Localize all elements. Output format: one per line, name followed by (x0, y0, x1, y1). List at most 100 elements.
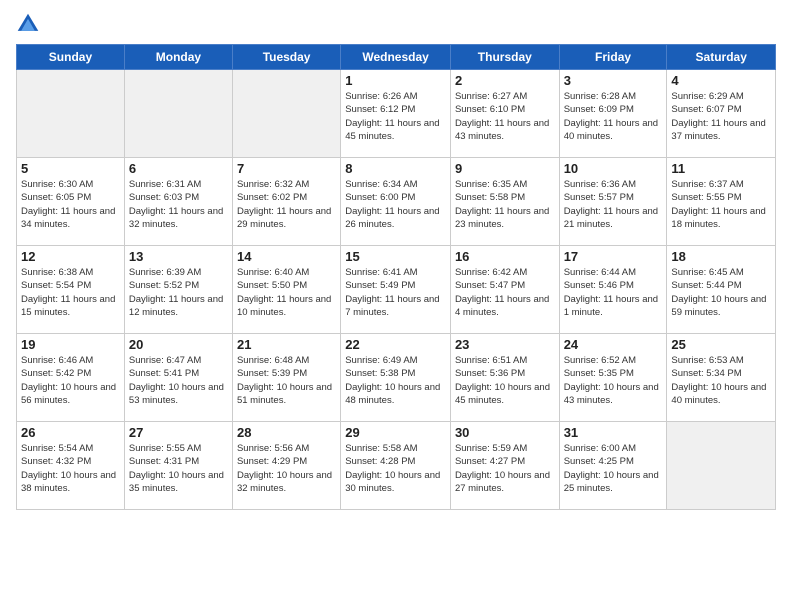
header (16, 12, 776, 36)
day-header-wednesday: Wednesday (341, 45, 451, 70)
day-header-thursday: Thursday (450, 45, 559, 70)
day-number: 25 (671, 337, 771, 352)
day-number: 31 (564, 425, 663, 440)
day-number: 2 (455, 73, 555, 88)
day-info: Sunrise: 6:39 AM Sunset: 5:52 PM Dayligh… (129, 266, 228, 319)
logo-icon (16, 12, 40, 36)
day-info: Sunrise: 6:53 AM Sunset: 5:34 PM Dayligh… (671, 354, 771, 407)
day-number: 17 (564, 249, 663, 264)
calendar-cell: 21Sunrise: 6:48 AM Sunset: 5:39 PM Dayli… (232, 334, 340, 422)
calendar-week-row: 1 Sunrise: 6:26 AM Sunset: 6:12 PM Daylig… (17, 70, 776, 158)
day-info: Sunrise: 6:28 AM Sunset: 6:09 PM Dayligh… (564, 90, 663, 143)
day-number: 19 (21, 337, 120, 352)
day-number: 11 (671, 161, 771, 176)
calendar-cell: 6 Sunrise: 6:31 AM Sunset: 6:03 PM Daylig… (124, 158, 232, 246)
day-info: Sunrise: 6:41 AM Sunset: 5:49 PM Dayligh… (345, 266, 446, 319)
day-header-saturday: Saturday (667, 45, 776, 70)
day-number: 9 (455, 161, 555, 176)
day-header-sunday: Sunday (17, 45, 125, 70)
calendar-cell: 15 Sunrise: 6:41 AM Sunset: 5:49 PM Dayli… (341, 246, 451, 334)
calendar-cell (17, 70, 125, 158)
calendar-cell: 18 Sunrise: 6:45 AM Sunset: 5:44 PM Dayli… (667, 246, 776, 334)
day-info: Sunrise: 6:44 AM Sunset: 5:46 PM Dayligh… (564, 266, 663, 319)
day-number: 18 (671, 249, 771, 264)
day-number: 28 (237, 425, 336, 440)
day-number: 14 (237, 249, 336, 264)
day-number: 6 (129, 161, 228, 176)
day-info: Sunrise: 6:47 AM Sunset: 5:41 PM Dayligh… (129, 354, 228, 407)
calendar-cell (124, 70, 232, 158)
day-number: 15 (345, 249, 446, 264)
day-number: 12 (21, 249, 120, 264)
calendar-cell: 30 Sunrise: 5:59 AM Sunset: 4:27 PM Dayli… (450, 422, 559, 510)
calendar-week-row: 12 Sunrise: 6:38 AM Sunset: 5:54 PM Dayli… (17, 246, 776, 334)
day-number: 5 (21, 161, 120, 176)
day-info: Sunrise: 6:36 AM Sunset: 5:57 PM Dayligh… (564, 178, 663, 231)
day-number: 23 (455, 337, 555, 352)
day-number: 29 (345, 425, 446, 440)
calendar-cell: 29 Sunrise: 5:58 AM Sunset: 4:28 PM Dayli… (341, 422, 451, 510)
day-number: 20 (129, 337, 228, 352)
calendar-cell: 7 Sunrise: 6:32 AM Sunset: 6:02 PM Daylig… (232, 158, 340, 246)
calendar-cell: 22Sunrise: 6:49 AM Sunset: 5:38 PM Dayli… (341, 334, 451, 422)
calendar-cell: 2Sunrise: 6:27 AM Sunset: 6:10 PM Daylig… (450, 70, 559, 158)
logo (16, 12, 44, 36)
day-number: 24 (564, 337, 663, 352)
calendar-cell: 16Sunrise: 6:42 AM Sunset: 5:47 PM Dayli… (450, 246, 559, 334)
calendar-cell: 20 Sunrise: 6:47 AM Sunset: 5:41 PM Dayli… (124, 334, 232, 422)
calendar-cell: 26 Sunrise: 5:54 AM Sunset: 4:32 PM Dayli… (17, 422, 125, 510)
calendar-week-row: 5Sunrise: 6:30 AM Sunset: 6:05 PM Daylig… (17, 158, 776, 246)
day-number: 13 (129, 249, 228, 264)
calendar-cell (667, 422, 776, 510)
calendar-cell: 17 Sunrise: 6:44 AM Sunset: 5:46 PM Dayli… (559, 246, 667, 334)
day-number: 1 (345, 73, 446, 88)
day-info: Sunrise: 5:58 AM Sunset: 4:28 PM Dayligh… (345, 442, 446, 495)
day-info: Sunrise: 6:38 AM Sunset: 5:54 PM Dayligh… (21, 266, 120, 319)
day-number: 26 (21, 425, 120, 440)
day-info: Sunrise: 6:26 AM Sunset: 6:12 PM Dayligh… (345, 90, 446, 143)
calendar-cell: 13 Sunrise: 6:39 AM Sunset: 5:52 PM Dayli… (124, 246, 232, 334)
day-info: Sunrise: 6:00 AM Sunset: 4:25 PM Dayligh… (564, 442, 663, 495)
day-info: Sunrise: 6:34 AM Sunset: 6:00 PM Dayligh… (345, 178, 446, 231)
day-number: 30 (455, 425, 555, 440)
day-info: Sunrise: 5:59 AM Sunset: 4:27 PM Dayligh… (455, 442, 555, 495)
day-info: Sunrise: 6:40 AM Sunset: 5:50 PM Dayligh… (237, 266, 336, 319)
calendar-header-row: SundayMondayTuesdayWednesdayThursdayFrid… (17, 45, 776, 70)
day-info: Sunrise: 5:56 AM Sunset: 4:29 PM Dayligh… (237, 442, 336, 495)
day-info: Sunrise: 6:46 AM Sunset: 5:42 PM Dayligh… (21, 354, 120, 407)
day-header-tuesday: Tuesday (232, 45, 340, 70)
day-info: Sunrise: 6:29 AM Sunset: 6:07 PM Dayligh… (671, 90, 771, 143)
calendar-week-row: 19 Sunrise: 6:46 AM Sunset: 5:42 PM Dayli… (17, 334, 776, 422)
calendar-cell: 31 Sunrise: 6:00 AM Sunset: 4:25 PM Dayli… (559, 422, 667, 510)
day-header-monday: Monday (124, 45, 232, 70)
calendar-cell: 10 Sunrise: 6:36 AM Sunset: 5:57 PM Dayli… (559, 158, 667, 246)
day-info: Sunrise: 6:52 AM Sunset: 5:35 PM Dayligh… (564, 354, 663, 407)
day-number: 8 (345, 161, 446, 176)
calendar-cell: 12 Sunrise: 6:38 AM Sunset: 5:54 PM Dayli… (17, 246, 125, 334)
day-info: Sunrise: 6:35 AM Sunset: 5:58 PM Dayligh… (455, 178, 555, 231)
day-info: Sunrise: 6:31 AM Sunset: 6:03 PM Dayligh… (129, 178, 228, 231)
day-info: Sunrise: 6:45 AM Sunset: 5:44 PM Dayligh… (671, 266, 771, 319)
day-info: Sunrise: 6:32 AM Sunset: 6:02 PM Dayligh… (237, 178, 336, 231)
day-number: 4 (671, 73, 771, 88)
calendar-cell: 4 Sunrise: 6:29 AM Sunset: 6:07 PM Daylig… (667, 70, 776, 158)
day-number: 16 (455, 249, 555, 264)
calendar-week-row: 26 Sunrise: 5:54 AM Sunset: 4:32 PM Dayli… (17, 422, 776, 510)
calendar-cell: 14 Sunrise: 6:40 AM Sunset: 5:50 PM Dayli… (232, 246, 340, 334)
day-number: 22 (345, 337, 446, 352)
calendar-cell: 8 Sunrise: 6:34 AM Sunset: 6:00 PM Daylig… (341, 158, 451, 246)
page-container: SundayMondayTuesdayWednesdayThursdayFrid… (0, 0, 792, 518)
calendar-cell: 24 Sunrise: 6:52 AM Sunset: 5:35 PM Dayli… (559, 334, 667, 422)
day-number: 10 (564, 161, 663, 176)
calendar-cell: 1 Sunrise: 6:26 AM Sunset: 6:12 PM Daylig… (341, 70, 451, 158)
day-info: Sunrise: 5:54 AM Sunset: 4:32 PM Dayligh… (21, 442, 120, 495)
calendar-table: SundayMondayTuesdayWednesdayThursdayFrid… (16, 44, 776, 510)
calendar-cell: 23 Sunrise: 6:51 AM Sunset: 5:36 PM Dayli… (450, 334, 559, 422)
day-info: Sunrise: 6:37 AM Sunset: 5:55 PM Dayligh… (671, 178, 771, 231)
day-number: 21 (237, 337, 336, 352)
calendar-cell: 9 Sunrise: 6:35 AM Sunset: 5:58 PM Daylig… (450, 158, 559, 246)
calendar-cell: 5Sunrise: 6:30 AM Sunset: 6:05 PM Daylig… (17, 158, 125, 246)
day-info: Sunrise: 6:51 AM Sunset: 5:36 PM Dayligh… (455, 354, 555, 407)
day-number: 7 (237, 161, 336, 176)
calendar-cell (232, 70, 340, 158)
